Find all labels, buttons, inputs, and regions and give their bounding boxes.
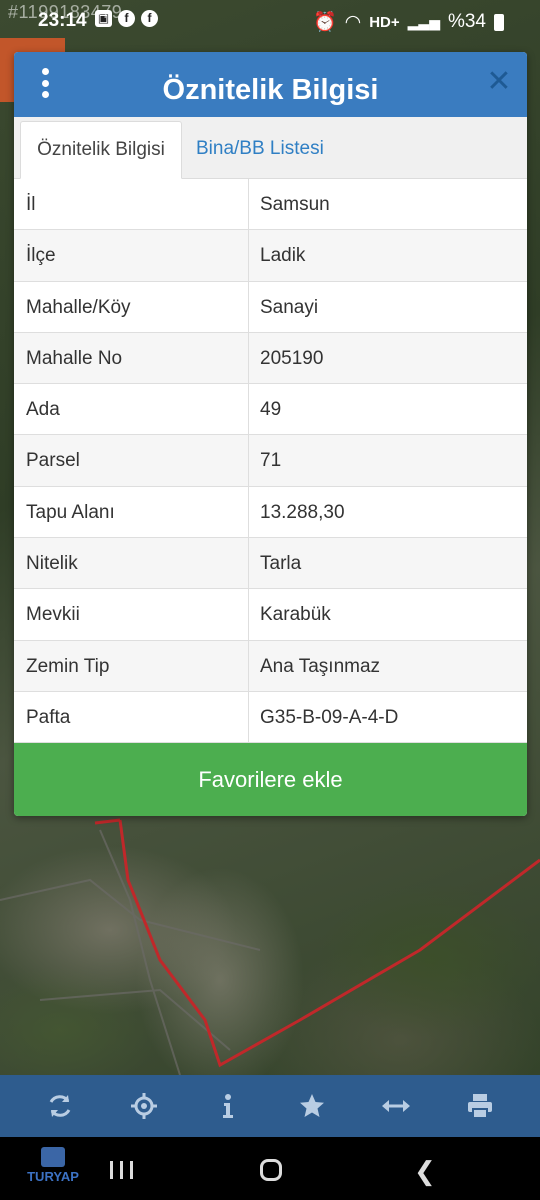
close-icon[interactable]: ✕ bbox=[481, 64, 517, 100]
attr-value: Samsun bbox=[260, 194, 330, 215]
attr-key: Tapu Alanı bbox=[14, 486, 249, 538]
measure-icon[interactable] bbox=[374, 1084, 418, 1128]
locate-icon[interactable] bbox=[122, 1084, 166, 1128]
table-row: Mevkii Karabük bbox=[14, 589, 527, 641]
attr-value: Ladik bbox=[260, 245, 306, 267]
turyap-logo: TURYAP bbox=[18, 1147, 88, 1193]
attr-value: 13.288,30 bbox=[260, 501, 345, 523]
table-row: Ada 49 bbox=[14, 384, 527, 436]
info-icon[interactable] bbox=[206, 1084, 250, 1128]
attr-key: Zemin Tip bbox=[14, 640, 249, 691]
tab-attribute-info[interactable]: Öznitelik Bilgisi bbox=[20, 121, 182, 179]
tab-building-list[interactable]: Bina/BB Listesi bbox=[184, 121, 336, 179]
battery-icon bbox=[494, 13, 504, 31]
attr-key: Mahalle No bbox=[14, 332, 249, 384]
dialog-header: Öznitelik Bilgisi ✕ bbox=[14, 52, 527, 117]
dialog-tabs: Öznitelik Bilgisi Bina/BB Listesi bbox=[14, 117, 527, 179]
dialog-title: Öznitelik Bilgisi bbox=[162, 74, 379, 106]
table-row: Mahalle No 205190 bbox=[14, 332, 527, 385]
attr-value: 71 bbox=[260, 450, 282, 472]
attr-key: Pafta bbox=[14, 691, 249, 743]
table-row: Tapu Alanı 13.288,30 bbox=[14, 486, 527, 539]
table-row: İl Samsun bbox=[14, 179, 527, 231]
attr-key: Nitelik bbox=[14, 538, 249, 589]
recent-apps-icon[interactable] bbox=[110, 1161, 133, 1179]
facebook-icon: f bbox=[141, 10, 158, 27]
attr-key: Parsel bbox=[14, 435, 249, 486]
home-icon[interactable] bbox=[260, 1159, 282, 1181]
add-favorite-button[interactable]: Favorilere ekle bbox=[14, 743, 527, 816]
table-row: Parsel 71 bbox=[14, 435, 527, 487]
attr-value: Ana Taşınmaz bbox=[260, 655, 381, 677]
star-icon[interactable] bbox=[290, 1084, 334, 1128]
table-row: Mahalle/Köy Sanayi bbox=[14, 281, 527, 333]
network-label: HD+ bbox=[369, 13, 400, 31]
attr-key: Mevkii bbox=[14, 589, 249, 640]
attr-value: Karabük bbox=[260, 604, 331, 626]
back-icon[interactable]: ❮ bbox=[414, 1156, 436, 1187]
table-row: İlçe Ladik bbox=[14, 230, 527, 282]
attr-value: 49 bbox=[260, 399, 282, 421]
attr-key: İl bbox=[14, 179, 249, 230]
attribute-dialog: Öznitelik Bilgisi ✕ Öznitelik Bilgisi Bi… bbox=[14, 52, 527, 816]
system-nav-bar: TURYAP ❮ bbox=[0, 1137, 540, 1200]
signal-icon: ▂▃▅ bbox=[407, 13, 440, 30]
attr-value: Sanayi bbox=[260, 296, 319, 318]
attr-value: Tarla bbox=[260, 553, 302, 575]
battery-text: %34 bbox=[447, 11, 486, 32]
logo-text: TURYAP bbox=[27, 1169, 79, 1184]
alarm-icon: ⏰ bbox=[312, 12, 337, 33]
print-icon[interactable] bbox=[458, 1084, 502, 1128]
bottom-toolbar bbox=[0, 1075, 540, 1137]
table-row: Nitelik Tarla bbox=[14, 538, 527, 590]
attr-value: 205190 bbox=[260, 347, 324, 369]
table-row: Pafta G35-B-09-A-4-D bbox=[14, 691, 527, 744]
attr-key: Ada bbox=[14, 384, 249, 435]
attr-key: İlçe bbox=[14, 230, 249, 281]
attr-value: G35-B-09-A-4-D bbox=[260, 706, 399, 728]
table-row: Zemin Tip Ana Taşınmaz bbox=[14, 640, 527, 692]
refresh-icon[interactable] bbox=[38, 1084, 82, 1128]
watermark: #1199183479 bbox=[8, 2, 123, 22]
wifi-icon: ◠ bbox=[344, 11, 362, 33]
attr-key: Mahalle/Köy bbox=[14, 281, 249, 332]
attribute-table: İl Samsun İlçe Ladik Mahalle/Köy Sanayi Mah… bbox=[14, 179, 527, 744]
